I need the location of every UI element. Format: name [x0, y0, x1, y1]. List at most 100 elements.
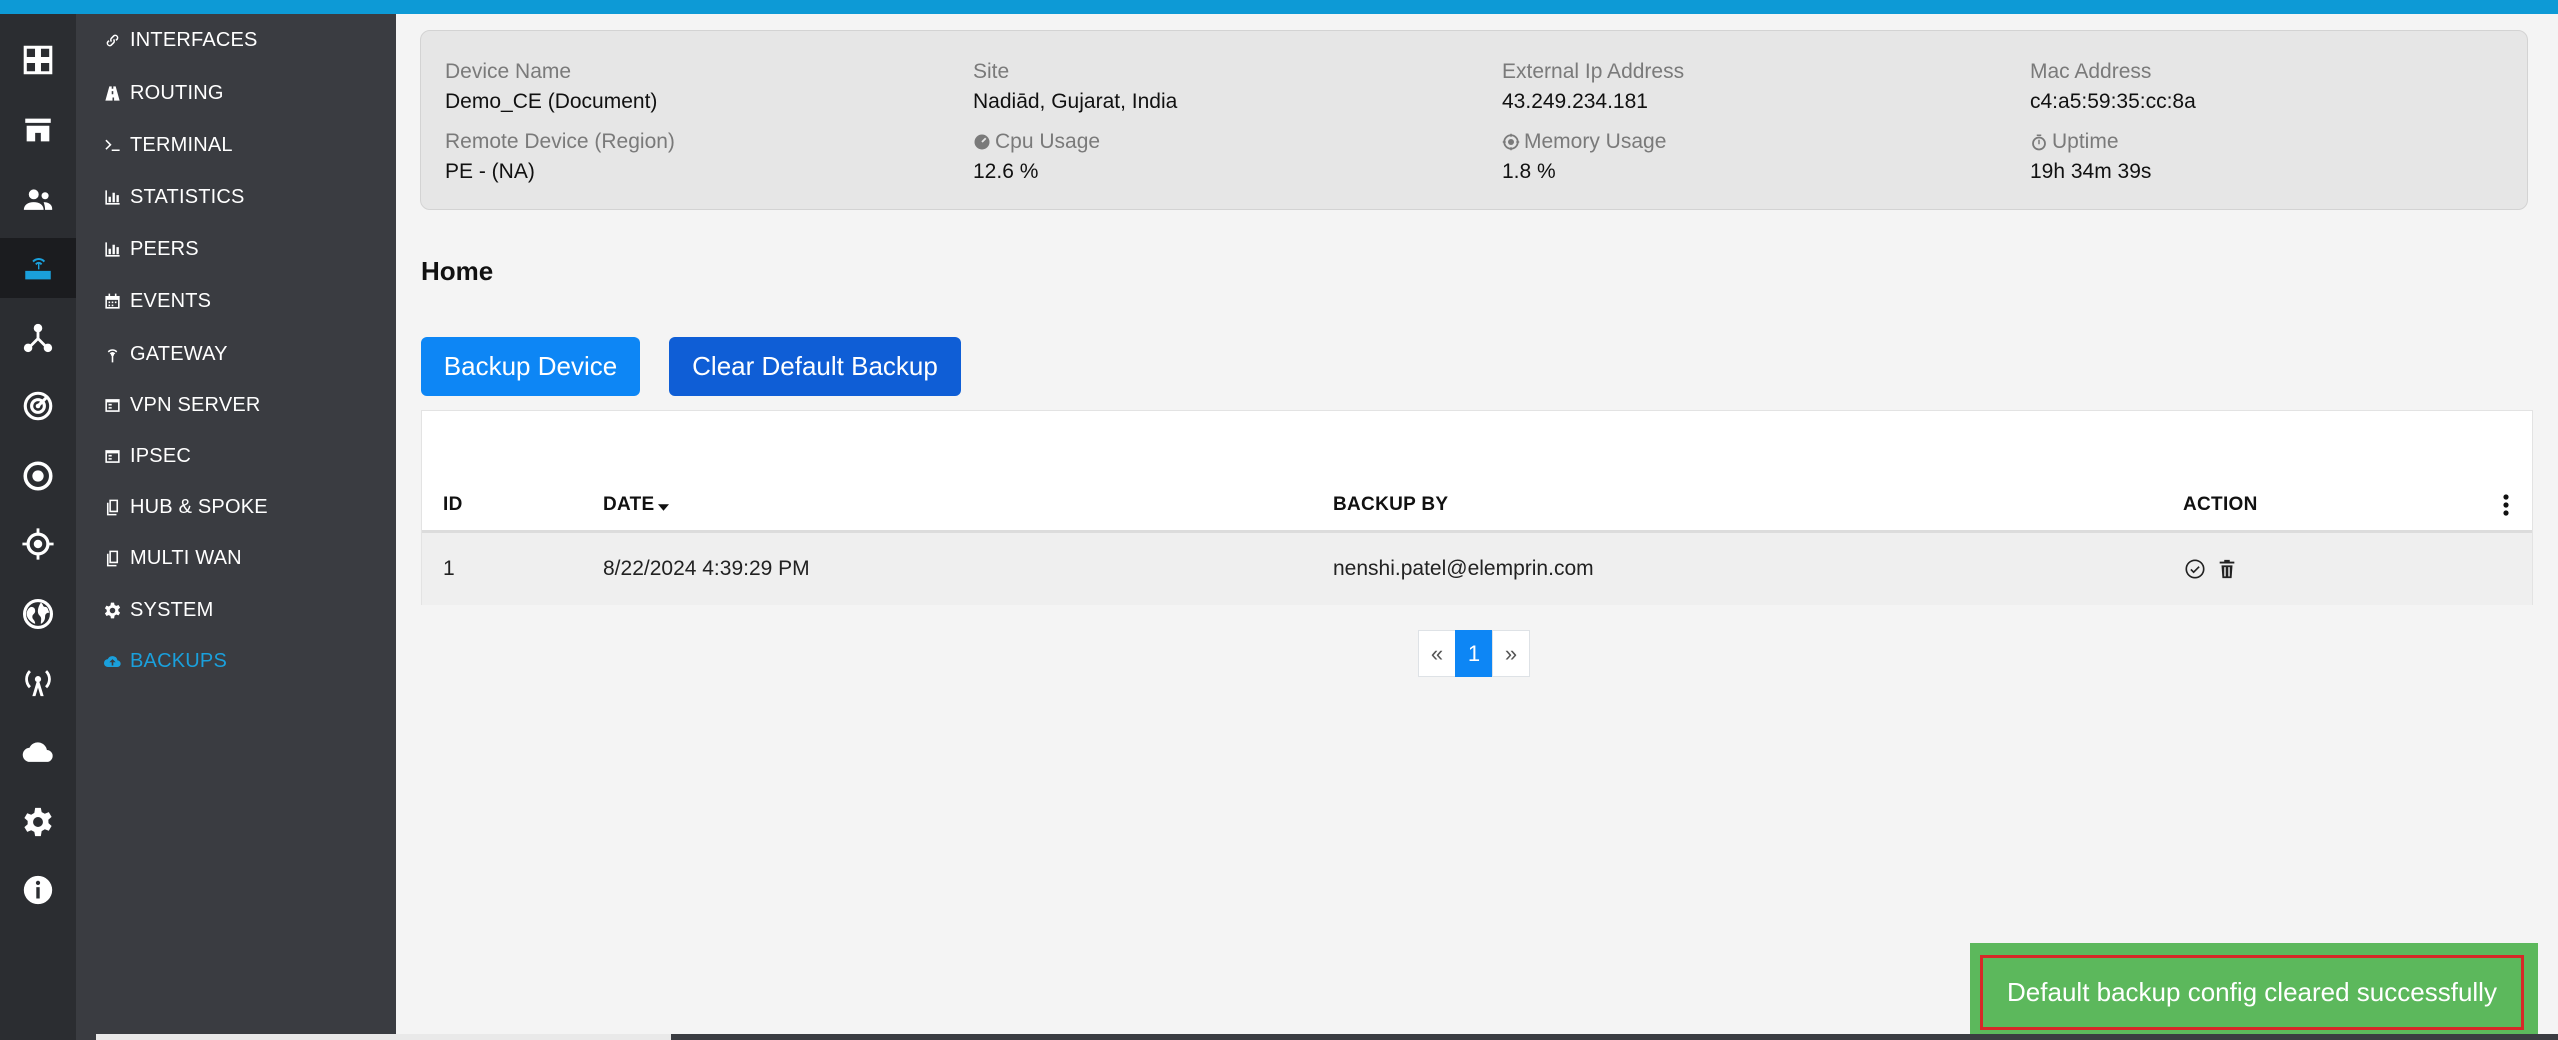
pagination-next[interactable]: »	[1492, 630, 1530, 677]
sidebar-item-ipsec[interactable]: IPSEC	[100, 436, 191, 476]
sidebar-item-vpn-server[interactable]: VPN SERVER	[100, 385, 261, 425]
uptime-label: Uptime	[2052, 130, 2119, 153]
users-icon[interactable]	[0, 170, 76, 230]
road-icon	[100, 81, 124, 105]
remote-device-label: Remote Device (Region)	[445, 130, 675, 153]
radar-icon[interactable]	[0, 376, 76, 436]
mac-address-label: Mac Address	[2030, 60, 2152, 83]
crosshair-icon[interactable]	[0, 514, 76, 574]
cloud-upload-icon	[100, 649, 124, 673]
site-label: Site	[973, 60, 1010, 83]
toast-message: Default backup config cleared successful…	[1980, 955, 2524, 1030]
mac-address-field: Mac Address c4:a5:59:35:cc:8a	[2030, 57, 2530, 117]
sidebar-item-label: TERMINAL	[130, 133, 233, 156]
column-header-date-label: DATE	[603, 494, 655, 515]
external-ip-field: External Ip Address 43.249.234.181	[1502, 57, 2002, 117]
column-header-backup-by[interactable]: BACKUP BY	[1333, 481, 1448, 529]
calendar-icon	[100, 289, 124, 313]
external-ip-value: 43.249.234.181	[1502, 90, 1648, 113]
dashboard-grid-icon[interactable]	[0, 30, 76, 90]
memory-usage-label: Memory Usage	[1524, 130, 1667, 153]
server-icon	[100, 444, 124, 468]
remote-device-value: PE - (NA)	[445, 160, 535, 183]
store-icon[interactable]	[0, 100, 76, 160]
cell-actions	[2182, 533, 2246, 605]
target-circle-icon[interactable]	[0, 446, 76, 506]
sidebar-item-label: STATISTICS	[130, 185, 245, 208]
mac-address-value: c4:a5:59:35:cc:8a	[2030, 90, 2196, 113]
device-info-card: Device Name Demo_CE (Document) Site Nadi…	[420, 30, 2528, 210]
device-name-field: Device Name Demo_CE (Document)	[445, 57, 945, 117]
sidebar-item-label: PEERS	[130, 237, 199, 260]
column-header-date[interactable]: DATE	[603, 481, 669, 529]
broadcast-icon	[100, 342, 124, 366]
wireless-tower-icon[interactable]	[0, 652, 76, 712]
site-value: Nadiād, Gujarat, India	[973, 90, 1178, 113]
bar-chart-icon	[100, 185, 124, 209]
remote-device-field: Remote Device (Region) PE - (NA)	[445, 127, 945, 187]
pagination-page-current[interactable]: 1	[1455, 630, 1493, 677]
sidebar-item-system[interactable]: SYSTEM	[100, 590, 213, 630]
network-topology-icon[interactable]	[0, 308, 76, 368]
info-icon[interactable]	[0, 860, 76, 920]
sidebar-item-gateway[interactable]: GATEWAY	[100, 334, 228, 374]
sidebar-item-peers[interactable]: PEERS	[100, 229, 199, 269]
sidebar-item-interfaces[interactable]: INTERFACES	[100, 20, 258, 60]
uptime-value: 19h 34m 39s	[2030, 160, 2152, 183]
gear-icon[interactable]	[0, 792, 76, 852]
sidebar-item-label: MULTI WAN	[130, 546, 242, 569]
pagination: « 1 »	[1418, 630, 1530, 677]
sidebar-item-routing[interactable]: ROUTING	[100, 73, 224, 113]
column-header-id[interactable]: ID	[443, 481, 463, 529]
cpu-usage-field: Cpu Usage 12.6 %	[973, 127, 1473, 187]
clear-default-backup-button[interactable]: Clear Default Backup	[669, 337, 961, 396]
stopwatch-icon	[2032, 134, 2046, 151]
column-options-kebab-icon[interactable]	[2502, 481, 2510, 529]
memory-usage-value: 1.8 %	[1502, 160, 1556, 183]
sidebar-item-multi-wan[interactable]: MULTI WAN	[100, 538, 242, 578]
documents-icon	[100, 495, 124, 519]
bar-chart-icon	[100, 237, 124, 261]
sidebar-item-events[interactable]: EVENTS	[100, 281, 211, 321]
cpu-usage-label: Cpu Usage	[995, 130, 1101, 153]
cell-backup-by: nenshi.patel@elemprin.com	[1333, 557, 1594, 580]
sidebar-item-label: GATEWAY	[130, 342, 228, 365]
memory-usage-field: Memory Usage 1.8 %	[1502, 127, 2002, 187]
backups-table: ID DATE BACKUP BY ACTION 1 8/22/2024 4:3…	[421, 410, 2533, 605]
sidebar-item-label: BACKUPS	[130, 649, 227, 672]
icon-rail	[0, 14, 76, 1040]
sidebar-item-label: HUB & SPOKE	[130, 495, 268, 518]
trash-icon[interactable]	[2214, 556, 2240, 582]
sidebar-item-hub-spoke[interactable]: HUB & SPOKE	[100, 487, 268, 527]
pagination-prev[interactable]: «	[1418, 630, 1456, 677]
link-icon	[100, 28, 124, 52]
backup-device-button[interactable]: Backup Device	[421, 337, 640, 396]
sort-down-icon	[657, 503, 669, 511]
success-toast: Default backup config cleared successful…	[1970, 943, 2538, 1040]
cell-id: 1	[443, 557, 455, 580]
sidebar-item-label: VPN SERVER	[130, 393, 261, 416]
terminal-icon	[100, 133, 124, 157]
device-name-value: Demo_CE (Document)	[445, 90, 658, 113]
scrollbar-thumb[interactable]	[96, 1034, 671, 1040]
page-title: Home	[421, 256, 494, 286]
top-accent-bar	[0, 0, 2558, 14]
horizontal-scrollbar[interactable]	[96, 1034, 2558, 1040]
site-field: Site Nadiād, Gujarat, India	[973, 57, 1473, 117]
device-name-label: Device Name	[445, 60, 572, 83]
sidebar-item-terminal[interactable]: TERMINAL	[100, 125, 233, 165]
column-header-action: ACTION	[2183, 494, 2258, 515]
external-ip-label: External Ip Address	[1502, 60, 1685, 83]
cell-date: 8/22/2024 4:39:29 PM	[603, 557, 810, 580]
documents-icon	[100, 546, 124, 570]
sidebar-item-label: EVENTS	[130, 289, 212, 312]
globe-icon[interactable]	[0, 584, 76, 644]
sidebar-item-label: SYSTEM	[130, 598, 214, 621]
sidebar-item-backups[interactable]: BACKUPS	[100, 641, 227, 681]
sidebar-item-statistics[interactable]: STATISTICS	[100, 177, 245, 217]
router-icon[interactable]	[0, 238, 76, 298]
server-icon	[100, 393, 124, 417]
check-circle-icon[interactable]	[2182, 556, 2208, 582]
cloud-icon[interactable]	[0, 722, 76, 782]
gear-icon	[100, 598, 124, 622]
